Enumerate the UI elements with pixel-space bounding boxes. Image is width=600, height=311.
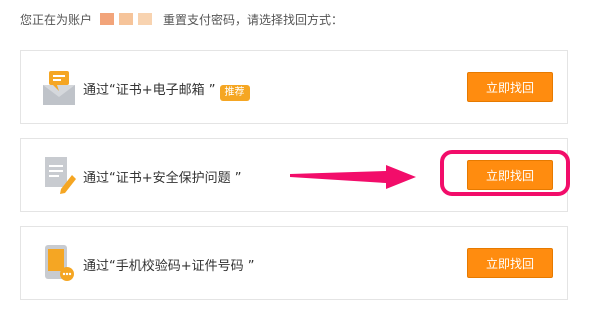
- annotation-arrow-icon: [290, 165, 416, 189]
- prompt-suffix: 重置支付密码，请选择找回方式：: [163, 12, 344, 27]
- option-label: 通过“证书+电子邮箱 ”: [83, 82, 216, 98]
- masked-char: [119, 13, 134, 25]
- option-label: 通过“手机校验码+证件号码 ”: [83, 258, 255, 274]
- recovery-option-email: 通过“证书+电子邮箱 ” 推荐 立即找回: [20, 50, 568, 124]
- account-reset-prompt: 您正在为账户 重置支付密码，请选择找回方式：: [20, 9, 343, 29]
- recover-now-button[interactable]: 立即找回: [467, 72, 553, 102]
- option-label: 通过“证书+安全保护问题 ”: [83, 170, 242, 186]
- prompt-prefix: 您正在为账户: [20, 12, 93, 27]
- mobile-phone-icon: [41, 243, 77, 283]
- document-edit-icon: [41, 155, 77, 195]
- recover-now-button[interactable]: 立即找回: [467, 248, 553, 278]
- masked-char: [100, 13, 115, 25]
- recommend-badge: 推荐: [219, 85, 250, 101]
- annotation-highlight-box: [440, 150, 570, 196]
- recovery-option-mobile: 通过“手机校验码+证件号码 ” 立即找回: [20, 226, 568, 300]
- masked-char: [138, 13, 153, 25]
- mail-icon: [41, 67, 77, 107]
- masked-account-name: [100, 13, 157, 25]
